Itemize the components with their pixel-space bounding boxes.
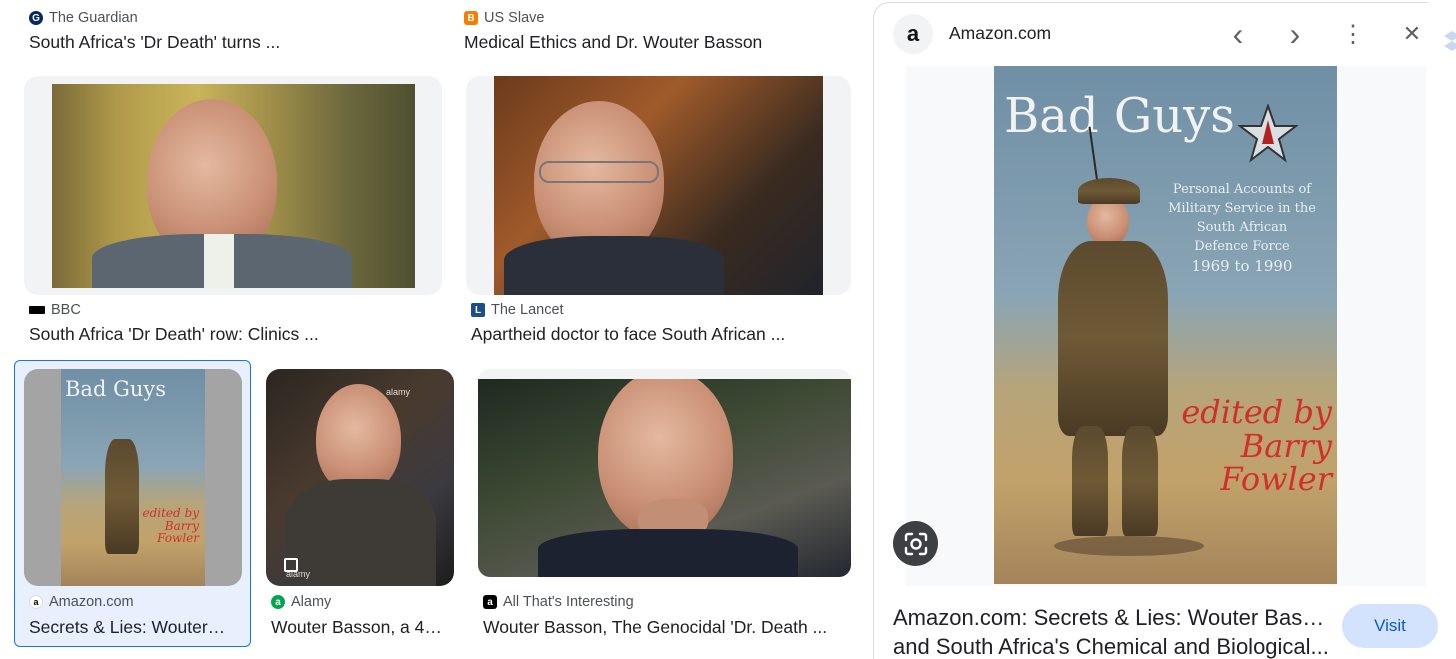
result-image-usslave[interactable] — [466, 76, 851, 295]
star-emblem-icon — [1238, 104, 1298, 163]
photo-man-green-tie — [52, 84, 415, 288]
ati-icon: a — [483, 595, 497, 609]
result-title[interactable]: Secrets & Lies: Wouter Basson and South … — [29, 617, 229, 638]
book-editor: edited by Barry Fowler — [1181, 393, 1332, 499]
result-source: B US Slave — [464, 10, 544, 26]
book-subtitle: Personal Accounts of Military Service in… — [1168, 182, 1316, 276]
dropbox-icon — [1428, 2, 1456, 66]
result-image-ati[interactable] — [478, 369, 851, 577]
visit-button[interactable]: Visit — [1342, 604, 1438, 648]
photo-man-court: alamy alamy — [266, 369, 454, 586]
more-options-button[interactable]: ⋮ — [1338, 19, 1368, 49]
bbc-icon — [29, 306, 45, 314]
guardian-icon: G — [29, 11, 43, 25]
panel-page-title[interactable]: Amazon.com: Secrets & Lies: Wouter Basso… — [893, 603, 1333, 659]
watermark-text: alamy — [386, 387, 411, 397]
close-icon: ✕ — [1402, 21, 1422, 46]
lens-icon — [904, 532, 927, 555]
result-source: G The Guardian — [29, 10, 138, 26]
panel-site-name: Amazon.com — [949, 23, 1052, 43]
close-button[interactable]: ✕ — [1397, 19, 1427, 49]
result-title[interactable]: Wouter Basson, The Genocidal 'Dr. Death … — [483, 617, 851, 638]
result-source: L The Lancet — [471, 302, 564, 318]
preview-book-cover[interactable]: Bad Guys Personal Accounts of Military S… — [994, 66, 1337, 584]
result-source: a Alamy — [271, 594, 331, 610]
result-title[interactable]: South Africa 'Dr Death' row: Clinics ... — [29, 324, 439, 345]
lancet-icon: L — [471, 303, 485, 317]
result-source: a Amazon.com — [29, 594, 134, 610]
photo-man-glasses — [494, 76, 823, 295]
result-title[interactable]: Medical Ethics and Dr. Wouter Basson — [464, 32, 854, 53]
blogger-icon: B — [464, 11, 478, 25]
result-image-guardian[interactable] — [24, 76, 442, 295]
previous-button[interactable]: ‹ — [1223, 16, 1253, 52]
result-title[interactable]: Wouter Basson, a 49-year-old cardiologis… — [271, 617, 446, 638]
book-title: Bad Guys — [1004, 88, 1235, 144]
result-image-amazon[interactable]: Bad Guys edited by Barry Fowler — [24, 369, 242, 586]
amazon-icon: a — [29, 595, 43, 609]
chevron-left-icon: ‹ — [1232, 16, 1244, 52]
book-cover-thumb: Bad Guys edited by Barry Fowler — [61, 369, 205, 586]
result-title[interactable]: South Africa's 'Dr Death' turns ... — [29, 32, 429, 53]
book-editor-thumb: edited by Barry Fowler — [142, 506, 199, 546]
photo-man-hand-chin — [478, 379, 851, 577]
amazon-logo-icon: a — [893, 14, 933, 54]
more-vert-icon: ⋮ — [1341, 20, 1365, 48]
result-source: BBC — [29, 302, 81, 318]
next-button[interactable]: › — [1280, 16, 1310, 52]
google-lens-button[interactable] — [893, 521, 938, 566]
result-title[interactable]: Apartheid doctor to face South African .… — [471, 324, 851, 345]
result-source: a All That's Interesting — [483, 594, 634, 610]
alamy-icon: a — [271, 595, 285, 609]
chevron-right-icon: › — [1289, 16, 1301, 52]
image-icon — [284, 558, 298, 572]
result-image-alamy[interactable]: alamy alamy — [266, 369, 454, 586]
